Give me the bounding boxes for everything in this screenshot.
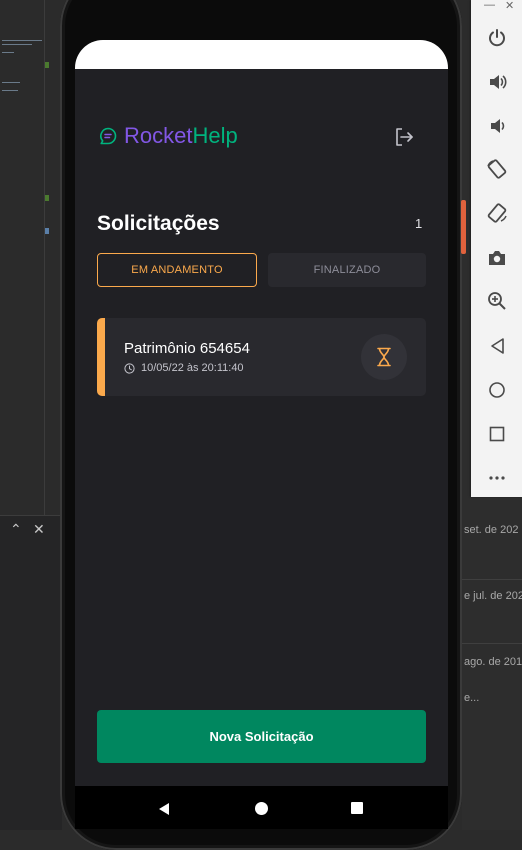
background-ide-window: ⌃ ✕ (0, 0, 62, 830)
filter-open-button[interactable]: EM ANDAMENTO (97, 253, 257, 287)
change-marker (45, 195, 49, 201)
power-icon[interactable] (486, 27, 508, 49)
status-bar (75, 40, 448, 69)
android-navigation-bar (75, 786, 448, 829)
chevron-up-icon[interactable]: ⌃ (10, 522, 22, 536)
logo-word-help: Help (192, 123, 238, 148)
hourglass-icon (377, 347, 391, 367)
code-line (2, 52, 14, 53)
recent-apps-icon[interactable] (351, 802, 363, 814)
list-item: ago. de 201 (464, 656, 522, 668)
rotate-right-icon[interactable] (486, 202, 508, 224)
status-color-bar (97, 318, 105, 396)
page-title: Solicitações (97, 212, 220, 235)
new-request-button[interactable]: Nova Solicitação (97, 710, 426, 763)
home-icon[interactable] (486, 379, 508, 401)
back-icon[interactable] (157, 802, 171, 816)
list-item: set. de 202 (464, 524, 519, 536)
list-item: e jul. de 202 (464, 590, 522, 602)
more-options-icon[interactable] (486, 467, 508, 489)
close-icon[interactable]: ✕ (33, 522, 45, 536)
code-line (2, 44, 32, 45)
background-window: set. de 202 e jul. de 202 ago. de 201 e.… (462, 497, 522, 830)
chat-bubble-icon (100, 127, 117, 145)
order-card[interactable]: Patrimônio 654654 10/05/22 às 20:11:40 (97, 318, 426, 396)
app-logo: Rocket Help (99, 124, 238, 148)
volume-up-icon[interactable] (486, 71, 508, 93)
rotate-left-icon[interactable] (486, 158, 508, 180)
emulator-toolbar: — ✕ (471, 0, 522, 497)
logout-icon[interactable] (393, 126, 415, 148)
code-line (2, 82, 20, 83)
ide-bottom-panel (0, 515, 62, 830)
app-screen: Rocket Help Solicitações 1 EM ANDAMENTO F… (75, 40, 448, 829)
home-icon[interactable] (255, 802, 268, 815)
close-icon[interactable]: ✕ (505, 0, 514, 12)
order-patrimony: Patrimônio 654654 (124, 340, 250, 357)
divider (462, 579, 522, 580)
code-editor-panel (0, 0, 62, 515)
overview-icon[interactable] (486, 423, 508, 445)
phone-side-button (461, 200, 466, 254)
divider (462, 643, 522, 644)
change-marker (45, 62, 49, 68)
background-window-edge (462, 40, 471, 497)
change-marker (45, 228, 49, 234)
list-item: e... (464, 692, 480, 704)
editor-gutter (44, 0, 45, 515)
order-status-indicator (361, 334, 407, 380)
order-datetime-row: 10/05/22 às 20:11:40 (124, 362, 244, 375)
order-datetime: 10/05/22 às 20:11:40 (141, 362, 244, 374)
back-icon[interactable] (486, 335, 508, 357)
filter-closed-button[interactable]: FINALIZADO (268, 253, 426, 287)
code-line (2, 90, 18, 91)
logo-word-rocket: Rocket (124, 123, 193, 148)
volume-down-icon[interactable] (486, 115, 508, 137)
code-line (2, 40, 42, 41)
zoom-in-icon[interactable] (486, 290, 508, 312)
camera-icon[interactable] (486, 247, 508, 269)
minimize-icon[interactable]: — (484, 0, 495, 11)
request-count: 1 (415, 216, 423, 231)
clock-icon (124, 363, 135, 374)
